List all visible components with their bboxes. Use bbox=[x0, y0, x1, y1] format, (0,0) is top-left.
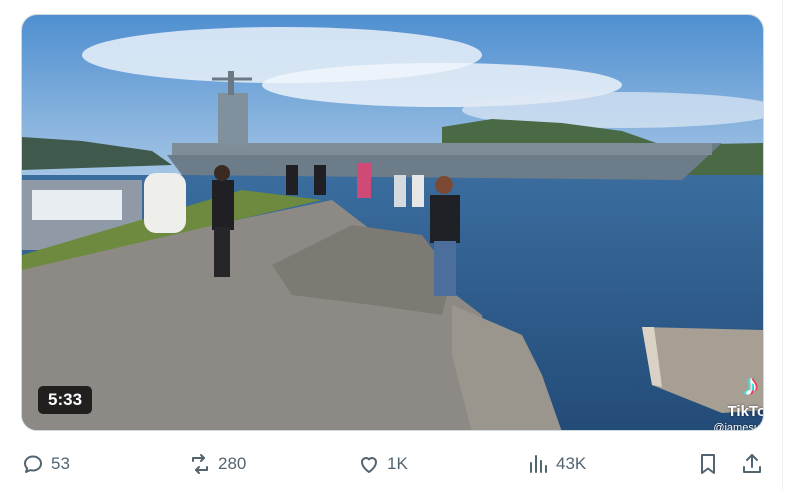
views-icon bbox=[530, 455, 547, 473]
views-count: 43K bbox=[556, 454, 587, 473]
like-button[interactable]: 1K bbox=[357, 448, 408, 480]
reply-count: 53 bbox=[51, 454, 70, 473]
video-duration-badge: 5:33 bbox=[38, 386, 93, 414]
video-frame bbox=[22, 15, 763, 430]
heart-icon bbox=[361, 457, 377, 473]
bookmark-button[interactable] bbox=[696, 448, 720, 480]
share-icon bbox=[743, 454, 761, 473]
video-player[interactable]: ♪ TikTok @jamesusnavy bbox=[21, 14, 764, 431]
reply-icon bbox=[24, 455, 42, 473]
repost-button[interactable]: 280 bbox=[188, 448, 246, 480]
tiktok-logo-icon: ♪ bbox=[743, 369, 759, 402]
reply-button[interactable]: 53 bbox=[21, 448, 70, 480]
tiktok-brand: TikTok bbox=[727, 403, 763, 420]
tiktok-watermark: ♪ TikTok @jamesusnavy bbox=[706, 369, 763, 431]
repost-count: 280 bbox=[218, 454, 247, 473]
tiktok-handle: @jamesusnavy bbox=[713, 422, 763, 431]
timeline-divider bbox=[782, 0, 783, 491]
views-button[interactable]: 43K bbox=[526, 448, 586, 480]
repost-icon bbox=[192, 454, 208, 474]
bookmark-icon bbox=[701, 454, 715, 474]
share-button[interactable] bbox=[740, 448, 764, 480]
post-action-bar: 53 280 1K 43K bbox=[0, 448, 782, 480]
like-count: 1K bbox=[387, 454, 408, 473]
